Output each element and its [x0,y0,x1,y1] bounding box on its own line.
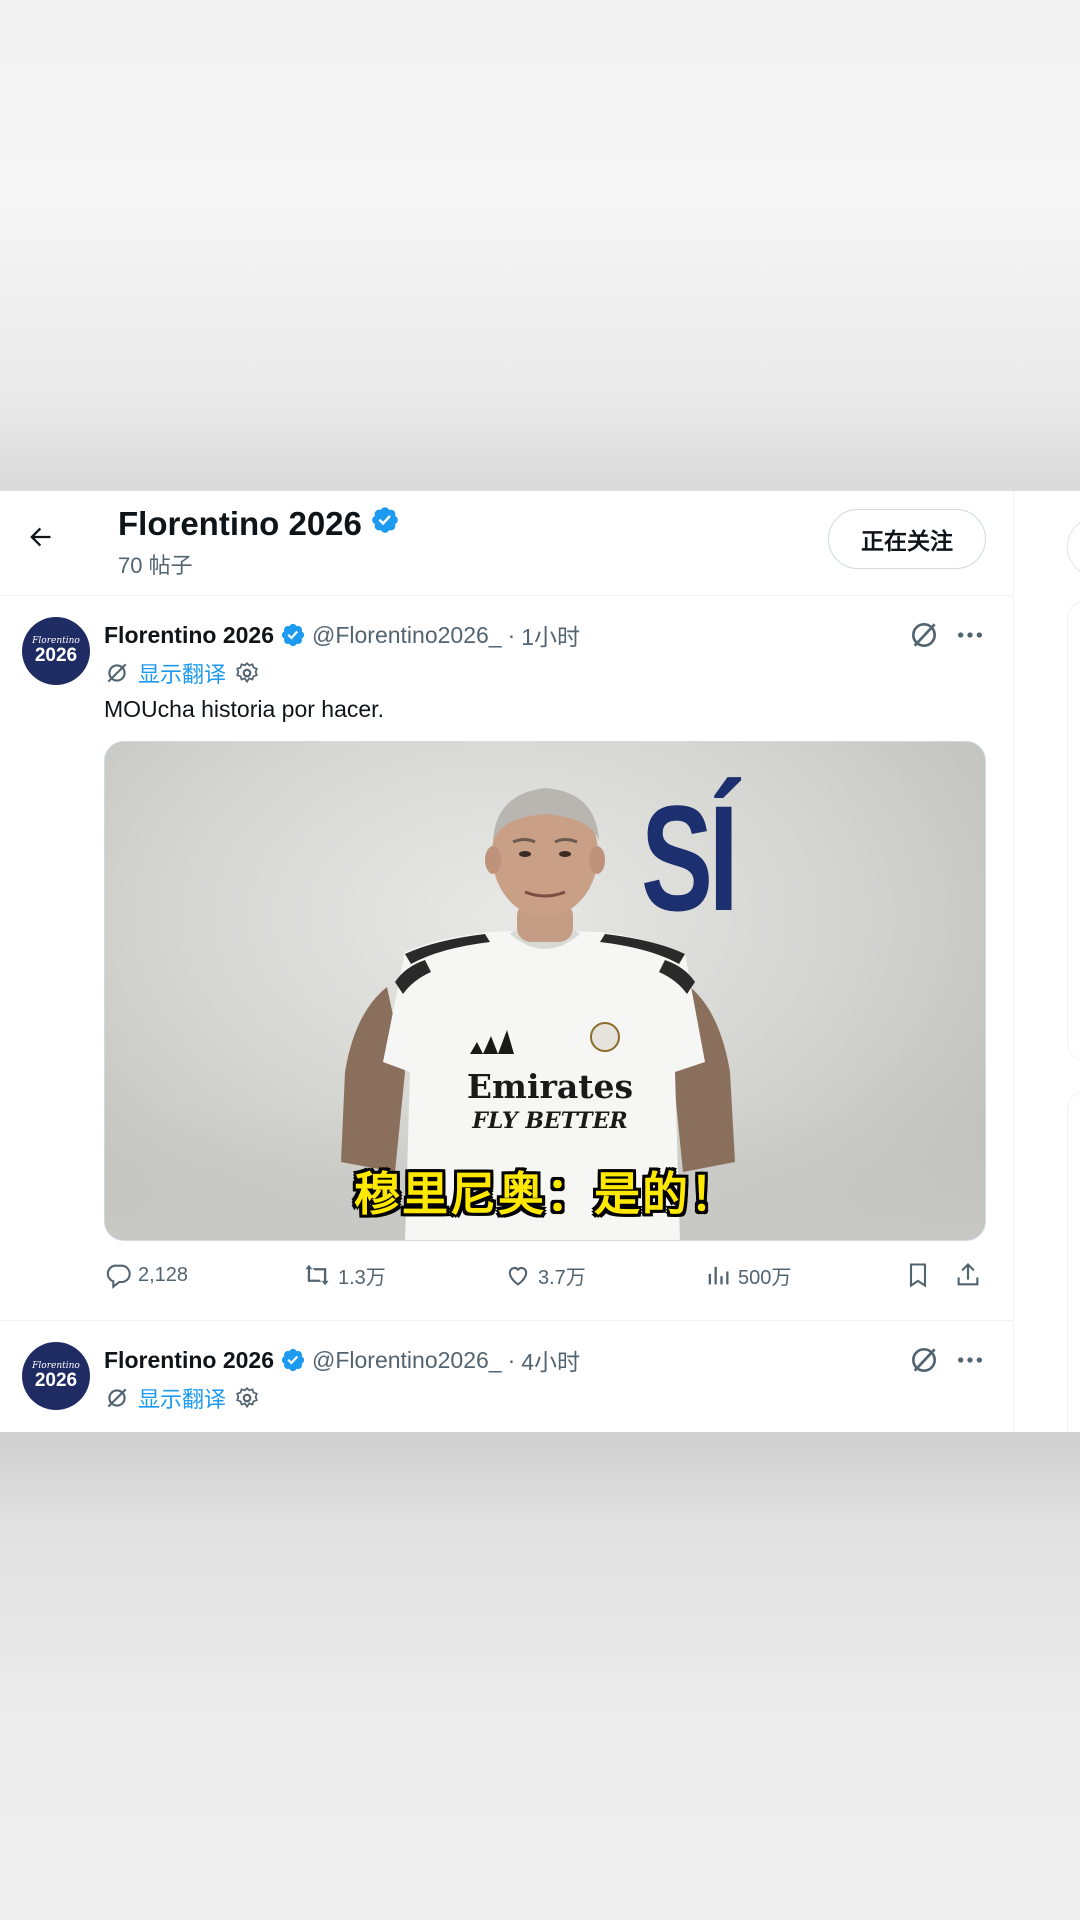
author-name[interactable]: Florentino 2026 [104,622,274,649]
profile-header: Florentino 2026 70 帖子 正在关注 [0,491,1014,596]
avatar-year: 2026 [34,1370,78,1391]
video-media[interactable]: SÍ Emirates FLY BETTER 穆里尼奥：是的！ [104,741,986,1241]
right-sidebar [1015,491,1080,1432]
show-translation-link[interactable]: 显示翻译 [138,1382,226,1414]
app-screen: Florentino 2026 70 帖子 正在关注 Florentino 20… [0,488,1080,1432]
share-button[interactable] [954,1257,988,1293]
back-arrow-icon [30,527,51,547]
bookmark-icon [909,1263,927,1288]
tweet-time[interactable]: 4小时 [521,1343,580,1377]
reply-button[interactable]: 2,128 [104,1257,188,1293]
jersey-sponsor: Emirates [466,1067,634,1106]
show-translation-link[interactable]: 显示翻译 [138,657,226,689]
tweet-time[interactable]: 1小时 [521,618,580,652]
settings-icon[interactable] [234,660,260,686]
author-name[interactable]: Florentino 2026 [104,1347,274,1374]
translate-icon [107,1388,127,1408]
grok-icon[interactable] [908,1344,940,1376]
sidebar-search[interactable] [1067,517,1080,577]
back-button[interactable] [18,515,62,559]
background-bottom [0,1432,1080,1920]
background-top [0,0,1080,488]
profile-name: Florentino 2026 [118,505,362,542]
following-button[interactable]: 正在关注 [828,509,986,569]
retweet-icon [305,1264,329,1286]
sidebar-card [1067,1091,1080,1432]
views-count: 500万 [738,1266,792,1289]
page-title: Florentino 2026 [118,503,400,545]
retweet-count: 1.3万 [338,1266,386,1289]
translate-row: 显示翻译 [104,657,260,689]
tweet[interactable]: Florentino 2026 Florentino 2026 @Florent… [0,1322,1014,1432]
tweet[interactable]: Florentino 2026 Florentino 2026 @Florent… [0,597,1014,1321]
reply-icon [106,1264,131,1289]
retweet-button[interactable]: 1.3万 [302,1257,386,1293]
translate-icon [107,663,127,683]
verified-badge-icon [280,1347,306,1373]
translate-row: 显示翻译 [104,1382,260,1414]
avatar[interactable]: Florentino 2026 [22,617,90,685]
reply-count: 2,128 [138,1263,189,1286]
separator-dot: · [507,1346,516,1373]
like-count: 3.7万 [538,1266,586,1289]
views-icon [708,1266,729,1285]
verified-badge-icon [280,622,306,648]
avatar[interactable]: Florentino 2026 [22,1342,90,1410]
more-icon[interactable] [954,1344,986,1376]
like-button[interactable]: 3.7万 [504,1257,586,1293]
author-handle[interactable]: @Florentino2026_ [312,622,502,649]
verified-badge-icon [370,503,400,545]
avatar-year: 2026 [34,645,78,666]
tweet-text: MOUcha historia por hacer. [104,696,384,722]
more-icon[interactable] [954,619,986,651]
share-icon [957,1263,979,1286]
grok-icon[interactable] [908,619,940,651]
like-icon [508,1267,528,1286]
tweet-header: Florentino 2026 @Florentino2026_ · 1小时 [104,617,580,653]
jersey-tagline: FLY BETTER [472,1108,628,1134]
tweet-actions: 2,128 1.3万 3.7万 500万 [104,1257,986,1293]
post-count: 70 帖子 [118,553,193,578]
author-handle[interactable]: @Florentino2026_ [312,1347,502,1374]
video-subtitle: 穆里尼奥：是的！ [354,1168,738,1220]
bookmark-button[interactable] [904,1257,938,1293]
tweet-header: Florentino 2026 @Florentino2026_ · 4小时 [104,1342,580,1378]
settings-icon[interactable] [234,1385,260,1411]
separator-dot: · [507,621,516,648]
sidebar-card [1067,601,1080,1061]
views-button[interactable]: 500万 [704,1257,791,1293]
timeline-column: Florentino 2026 70 帖子 正在关注 Florentino 20… [0,491,1014,1432]
